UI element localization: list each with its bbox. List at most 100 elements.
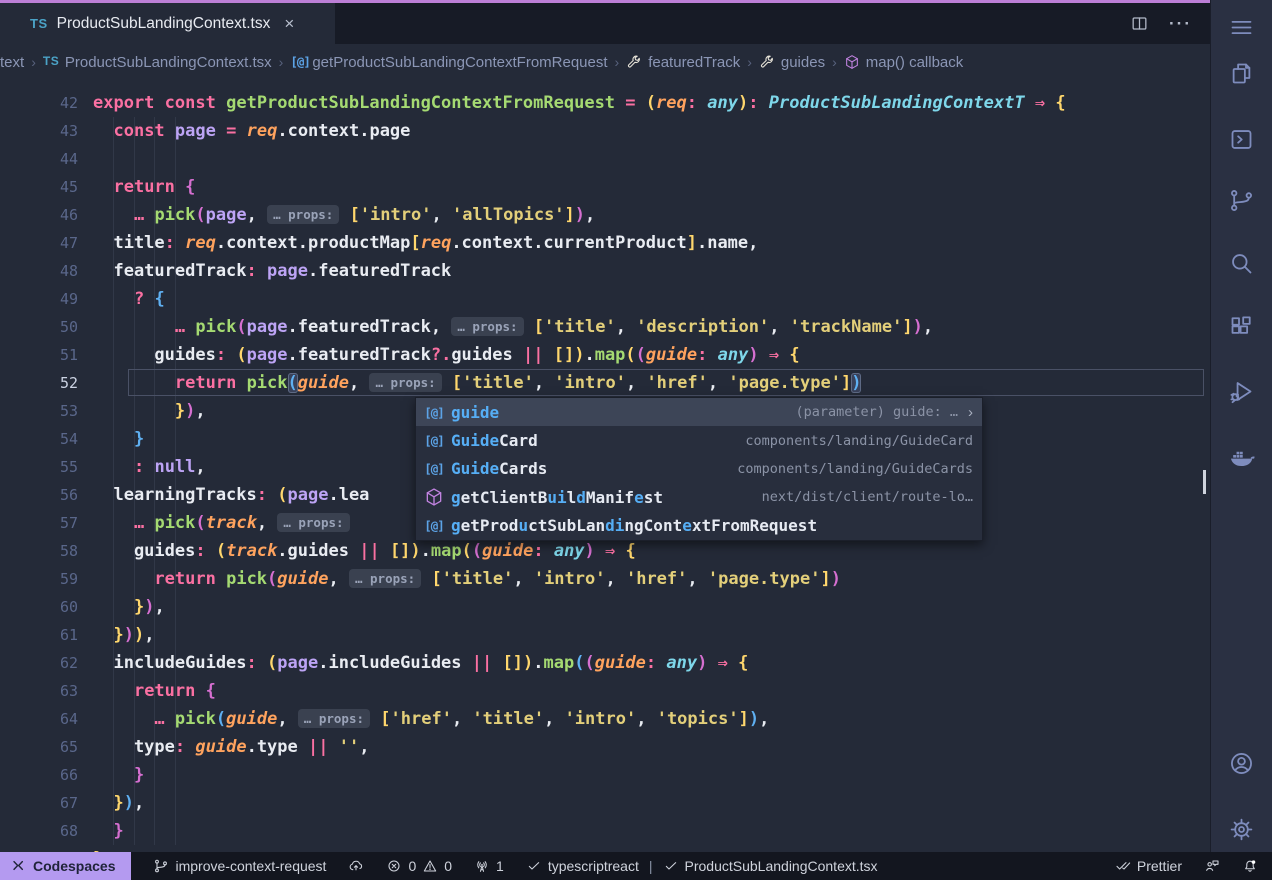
- status-problems[interactable]: 0 0: [386, 852, 452, 880]
- token: ): [574, 345, 584, 365]
- run-debug-icon: [1228, 378, 1255, 405]
- code-line-42[interactable]: 42export const getProductSubLandingConte…: [0, 89, 1210, 117]
- token: :: [175, 737, 185, 757]
- status-notifications[interactable]: [1242, 852, 1258, 880]
- sidebar-source-control-icon[interactable]: [1225, 183, 1259, 217]
- token: [707, 345, 717, 365]
- branch-icon: [153, 858, 169, 874]
- code-line-60[interactable]: 60 }),: [0, 593, 1210, 621]
- token: :: [165, 233, 175, 253]
- token: [144, 513, 154, 533]
- code-line-58[interactable]: 58 guides: (track.guides || []).map((gui…: [0, 537, 1210, 565]
- code-line-66[interactable]: 66 }: [0, 761, 1210, 789]
- code-line-46[interactable]: 46 … pick(page, … props: ['intro', 'allT…: [0, 201, 1210, 229]
- line-number: 50: [0, 313, 78, 341]
- code-line-50[interactable]: 50 … pick(page.featuredTrack, … props: […: [0, 313, 1210, 341]
- code-line-69[interactable]: 69}: [0, 845, 1210, 852]
- code-line-48[interactable]: 48 featuredTrack: page.featuredTrack: [0, 257, 1210, 285]
- token: (: [584, 653, 594, 673]
- line-number: 67: [0, 789, 78, 817]
- status-codespaces[interactable]: Codespaces: [0, 852, 131, 880]
- sidebar-search-icon[interactable]: [1225, 246, 1259, 280]
- status-branch[interactable]: improve-context-request: [153, 852, 326, 880]
- suggestion-expand-chevron-icon[interactable]: ›: [968, 404, 973, 421]
- sidebar-settings-icon[interactable]: [1225, 812, 1259, 846]
- token: ]: [739, 709, 749, 729]
- status-feedback[interactable]: [1204, 852, 1220, 880]
- breadcrumb-separator: ›: [279, 54, 284, 70]
- token: [175, 233, 185, 253]
- ts-file-icon: TS: [30, 16, 48, 31]
- suggestion-getclientbuildmanifest[interactable]: getClientBuildManifestnext/dist/client/r…: [416, 483, 982, 511]
- sidebar-account-icon[interactable]: [1225, 746, 1259, 780]
- menu-icon: [1228, 14, 1255, 41]
- code-line-59[interactable]: 59 return pick(guide, … props: ['title',…: [0, 565, 1210, 593]
- breadcrumb-item-getproductsublandingcontextfromrequest[interactable]: [@]getProductSubLandingContextFromReques…: [290, 54, 607, 71]
- status-ports[interactable]: 1: [474, 852, 504, 880]
- sidebar-extensions-icon[interactable]: [1225, 310, 1259, 344]
- symbol-ref-icon: [@]: [424, 433, 444, 448]
- status-language[interactable]: typescriptreact | ProductSubLandingConte…: [526, 852, 878, 880]
- sidebar-run-debug-icon[interactable]: [1225, 374, 1259, 408]
- code-line-47[interactable]: 47 title: req.context.productMap[req.con…: [0, 229, 1210, 257]
- code-line-64[interactable]: 64 … pick(guide, … props: ['href', 'titl…: [0, 705, 1210, 733]
- code-line-68[interactable]: 68 }: [0, 817, 1210, 845]
- token: [758, 93, 768, 113]
- token: .: [533, 653, 543, 673]
- token: ,: [195, 401, 205, 421]
- token: pick: [175, 709, 216, 729]
- token: [257, 653, 267, 673]
- token: }: [175, 401, 185, 421]
- suggestion-guidecard[interactable]: [@]GuideCardcomponents/landing/GuideCard: [416, 426, 982, 454]
- breadcrumb-item-guides[interactable]: guides: [759, 54, 825, 71]
- breadcrumb-item-text[interactable]: text: [0, 54, 24, 71]
- token: req: [421, 233, 452, 253]
- scrollbar-thumb[interactable]: [1203, 470, 1206, 494]
- token: ): [749, 709, 759, 729]
- code-line-44[interactable]: 44: [0, 145, 1210, 173]
- code-line-43[interactable]: 43 const page = req.context.page: [0, 117, 1210, 145]
- suggestion-guidecards[interactable]: [@]GuideCardscomponents/landing/GuideCar…: [416, 455, 982, 483]
- token: }: [113, 625, 123, 645]
- code-line-51[interactable]: 51 guides: (page.featuredTrack?.guides |…: [0, 341, 1210, 369]
- token: [185, 317, 195, 337]
- code-text: … pick(guide, … props: ['href', 'title',…: [93, 705, 769, 733]
- code-line-63[interactable]: 63 return {: [0, 677, 1210, 705]
- cube-icon: [844, 54, 860, 70]
- token: [93, 765, 134, 785]
- breadcrumb-separator: ›: [31, 54, 36, 70]
- breadcrumb-item-productsublandingcontext-tsx[interactable]: TSProductSubLandingContext.tsx: [43, 54, 272, 71]
- split-editor-icon[interactable]: [1130, 14, 1149, 33]
- token: }: [134, 429, 144, 449]
- suggestion-getproductsublandingcontextfromrequest[interactable]: [@]getProductSubLandingContextFromReques…: [416, 512, 982, 540]
- suggestion-guide[interactable]: [@]guide(parameter) guide: …›: [416, 398, 982, 426]
- sidebar-terminal-icon[interactable]: [1225, 122, 1259, 156]
- code-line-49[interactable]: 49 ? {: [0, 285, 1210, 313]
- code-line-61[interactable]: 61 })),: [0, 621, 1210, 649]
- tab-productsublandingcontext[interactable]: TS ProductSubLandingContext.tsx ×: [0, 3, 335, 44]
- code-text: … pick(page, … props: ['intro', 'allTopi…: [93, 201, 595, 229]
- status-prettier[interactable]: Prettier: [1115, 852, 1182, 880]
- line-number: 44: [0, 145, 78, 173]
- more-actions-icon[interactable]: ···: [1169, 14, 1192, 34]
- sidebar-copy-files-icon[interactable]: [1225, 56, 1259, 90]
- token: [728, 653, 738, 673]
- code-line-45[interactable]: 45 return {: [0, 173, 1210, 201]
- code-line-62[interactable]: 62 includeGuides: (page.includeGuides ||…: [0, 649, 1210, 677]
- sidebar-docker-icon[interactable]: [1225, 440, 1259, 474]
- code-line-52[interactable]: 52 return pick(guide, … props: ['title',…: [0, 369, 1210, 397]
- line-number: 51: [0, 341, 78, 369]
- token: [636, 93, 646, 113]
- token: guide: [482, 541, 533, 561]
- status-sync[interactable]: [348, 852, 364, 880]
- code-line-67[interactable]: 67 }),: [0, 789, 1210, 817]
- breadcrumb-item-featuredtrack[interactable]: featuredTrack: [626, 54, 740, 71]
- code-text: : null,: [93, 453, 206, 481]
- sidebar-menu-icon[interactable]: [1225, 10, 1259, 44]
- token: ): [831, 569, 841, 589]
- tab-close-icon[interactable]: ×: [284, 14, 294, 34]
- breadcrumb-item-map-callback[interactable]: map() callback: [844, 54, 964, 71]
- code-line-65[interactable]: 65 type: guide.type || '',: [0, 733, 1210, 761]
- token: any: [666, 653, 697, 673]
- token: return: [154, 569, 215, 589]
